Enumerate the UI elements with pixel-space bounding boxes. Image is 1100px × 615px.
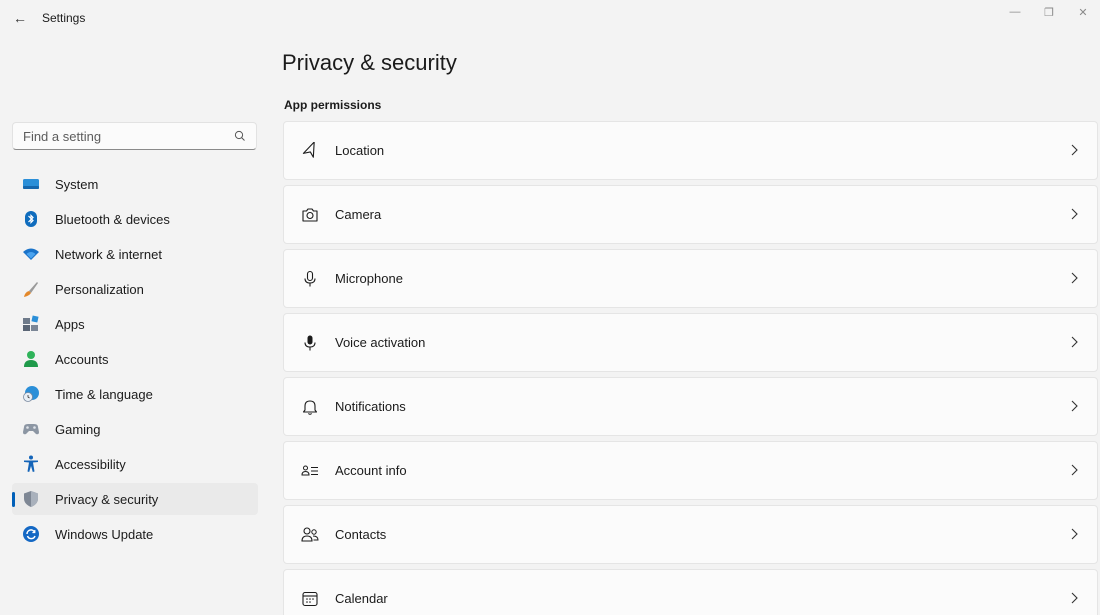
sidebar-item-label: Gaming — [55, 421, 101, 437]
permission-card-voice-activation[interactable]: Voice activation — [283, 313, 1098, 372]
search-input[interactable] — [23, 128, 234, 144]
permissions-list: Location Camera Microphone Voice activat… — [283, 121, 1098, 615]
sidebar-item-personalization[interactable]: Personalization — [12, 273, 258, 305]
bell-icon — [300, 397, 320, 417]
selection-indicator — [12, 492, 15, 507]
sidebar-item-label: Windows Update — [55, 526, 154, 542]
calendar-icon — [300, 589, 320, 609]
restore-button[interactable]: ❐ — [1032, 0, 1066, 24]
minimize-icon: — — [1009, 6, 1021, 18]
microphone-icon — [300, 269, 320, 289]
permission-card-camera[interactable]: Camera — [283, 185, 1098, 244]
brush-icon — [22, 280, 40, 298]
chevron-right-icon — [1071, 592, 1078, 604]
sidebar-item-network[interactable]: Network & internet — [12, 238, 258, 270]
account-info-icon — [300, 461, 320, 481]
permission-label: Calendar — [335, 591, 388, 606]
permission-label: Location — [335, 143, 385, 158]
permission-label: Microphone — [335, 271, 403, 286]
permission-card-notifications[interactable]: Notifications — [283, 377, 1098, 436]
controller-icon — [22, 420, 40, 438]
restore-icon: ❐ — [1044, 6, 1054, 19]
accessibility-icon — [22, 455, 40, 473]
window-controls: — ❐ ✕ — [998, 0, 1100, 28]
chevron-right-icon — [1071, 528, 1078, 540]
sidebar-item-label: Personalization — [55, 281, 144, 297]
sidebar-item-system[interactable]: System — [12, 168, 258, 200]
system-icon — [22, 175, 40, 193]
person-icon — [22, 350, 40, 368]
sidebar-item-gaming[interactable]: Gaming — [12, 413, 258, 445]
sidebar-item-privacy-security[interactable]: Privacy & security — [12, 483, 258, 515]
sidebar-nav: System Bluetooth & devices Network & int… — [12, 168, 258, 553]
wifi-icon — [22, 245, 40, 263]
back-button[interactable]: ← — [8, 8, 32, 28]
sidebar-item-label: Privacy & security — [55, 491, 159, 507]
camera-icon — [300, 205, 320, 225]
permission-label: Notifications — [335, 399, 406, 414]
permission-card-calendar[interactable]: Calendar — [283, 569, 1098, 615]
chevron-right-icon — [1071, 144, 1078, 156]
sidebar-item-label: Bluetooth & devices — [55, 211, 170, 227]
chevron-right-icon — [1071, 208, 1078, 220]
sidebar-item-label: Accessibility — [55, 456, 126, 472]
back-arrow-icon: ← — [13, 10, 27, 26]
page-title: Privacy & security — [282, 50, 457, 75]
voice-activation-icon — [300, 333, 320, 353]
sidebar-item-accessibility[interactable]: Accessibility — [12, 448, 258, 480]
chevron-right-icon — [1071, 272, 1078, 284]
sidebar-item-label: System — [55, 176, 99, 192]
permission-card-microphone[interactable]: Microphone — [283, 249, 1098, 308]
permission-label: Voice activation — [335, 335, 426, 350]
section-title: App permissions — [284, 98, 382, 112]
sidebar-item-label: Accounts — [55, 351, 109, 367]
contacts-icon — [300, 525, 320, 545]
permission-card-contacts[interactable]: Contacts — [283, 505, 1098, 564]
permission-label: Account info — [335, 463, 407, 478]
search-icon[interactable] — [234, 130, 246, 142]
search-box — [12, 122, 257, 150]
title-bar: ← Settings — ❐ ✕ — [0, 0, 1100, 36]
sidebar-item-windows-update[interactable]: Windows Update — [12, 518, 258, 550]
sidebar-item-label: Apps — [55, 316, 85, 332]
shield-icon — [22, 490, 40, 508]
sidebar-item-time-language[interactable]: Time & language — [12, 378, 258, 410]
close-button[interactable]: ✕ — [1066, 0, 1100, 24]
close-icon: ✕ — [1078, 6, 1088, 19]
bluetooth-icon — [22, 210, 40, 228]
chevron-right-icon — [1071, 464, 1078, 476]
sidebar-item-apps[interactable]: Apps — [12, 308, 258, 340]
chevron-right-icon — [1071, 336, 1078, 348]
update-icon — [22, 525, 40, 543]
location-icon — [300, 141, 320, 161]
app-title: Settings — [42, 11, 86, 25]
sidebar-item-bluetooth[interactable]: Bluetooth & devices — [12, 203, 258, 235]
sidebar-item-label: Network & internet — [55, 246, 162, 262]
permission-card-location[interactable]: Location — [283, 121, 1098, 180]
permission-card-account-info[interactable]: Account info — [283, 441, 1098, 500]
apps-icon — [22, 315, 40, 333]
globe-clock-icon — [22, 385, 40, 403]
permission-label: Camera — [335, 207, 382, 222]
minimize-button[interactable]: — — [998, 0, 1032, 24]
chevron-right-icon — [1071, 400, 1078, 412]
sidebar-item-accounts[interactable]: Accounts — [12, 343, 258, 375]
permission-label: Contacts — [335, 527, 387, 542]
sidebar-item-label: Time & language — [55, 386, 153, 402]
